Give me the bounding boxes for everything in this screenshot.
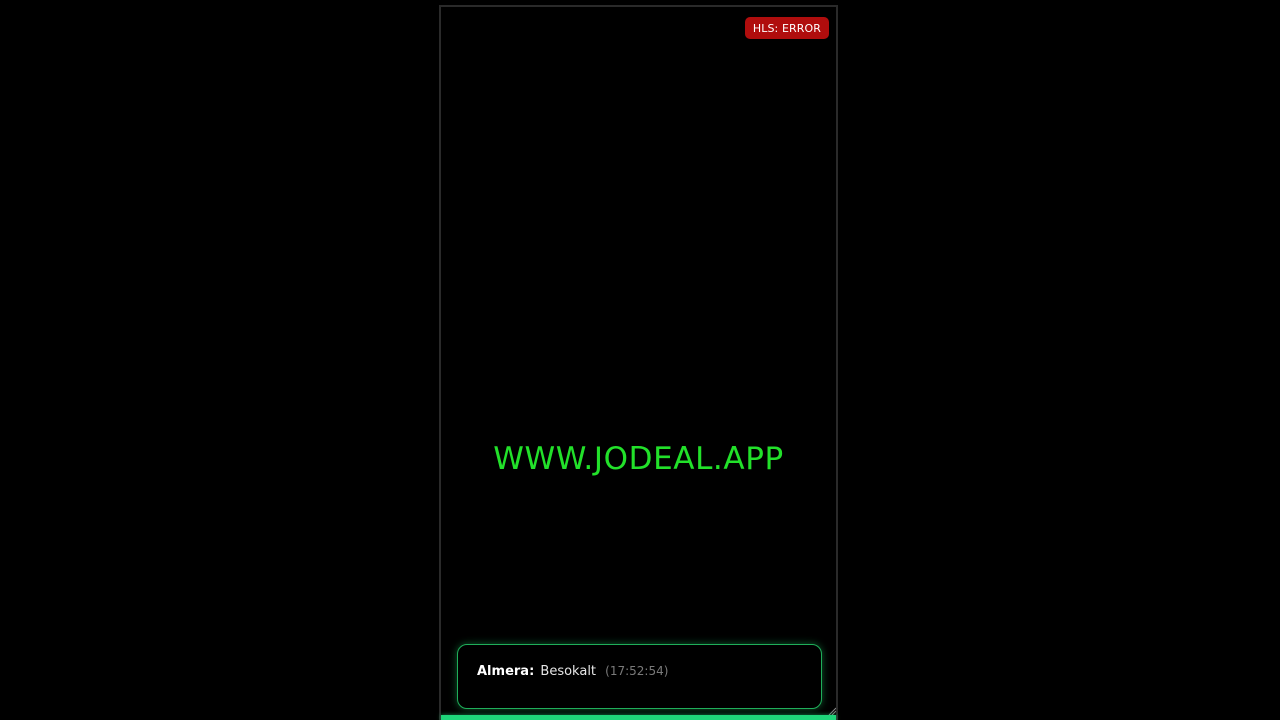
chat-username: Almera: <box>477 664 535 679</box>
watermark-text: WWW.JODEAL.APP <box>493 441 784 477</box>
resize-grip-icon[interactable] <box>828 707 836 715</box>
chat-message-text: Besokalt <box>540 664 597 679</box>
chat-overlay: Almera: Besokalt (17:52:54) <box>457 644 822 709</box>
video-player[interactable]: HLS: ERROR WWW.JODEAL.APP Almera: Besoka… <box>439 5 838 720</box>
hls-status-badge: HLS: ERROR <box>744 17 829 39</box>
playback-progress-bar[interactable] <box>441 715 836 720</box>
chat-timestamp: (17:52:54) <box>605 664 669 678</box>
chat-message: Almera: Besokalt (17:52:54) <box>477 663 668 680</box>
